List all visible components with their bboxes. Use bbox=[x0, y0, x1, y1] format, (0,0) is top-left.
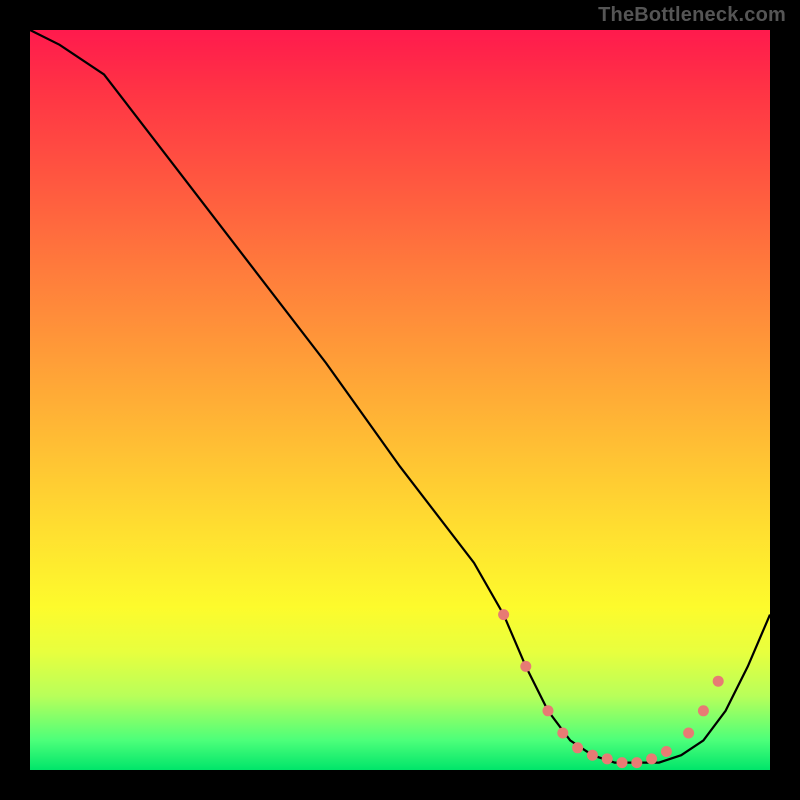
bottleneck-curve-svg bbox=[30, 30, 770, 770]
curve-marker bbox=[572, 742, 583, 753]
curve-marker bbox=[602, 753, 613, 764]
chart-container: TheBottleneck.com bbox=[0, 0, 800, 800]
plot-area bbox=[30, 30, 770, 770]
curve-marker bbox=[543, 705, 554, 716]
curve-marker bbox=[661, 746, 672, 757]
curve-marker bbox=[631, 757, 642, 768]
marker-group bbox=[498, 609, 724, 768]
curve-marker bbox=[713, 676, 724, 687]
curve-marker bbox=[498, 609, 509, 620]
curve-marker bbox=[683, 728, 694, 739]
curve-marker bbox=[557, 728, 568, 739]
watermark-text: TheBottleneck.com bbox=[598, 4, 786, 27]
bottleneck-curve-path bbox=[30, 30, 770, 763]
curve-marker bbox=[520, 661, 531, 672]
curve-marker bbox=[646, 753, 657, 764]
curve-marker bbox=[698, 705, 709, 716]
curve-marker bbox=[587, 750, 598, 761]
curve-marker bbox=[617, 757, 628, 768]
